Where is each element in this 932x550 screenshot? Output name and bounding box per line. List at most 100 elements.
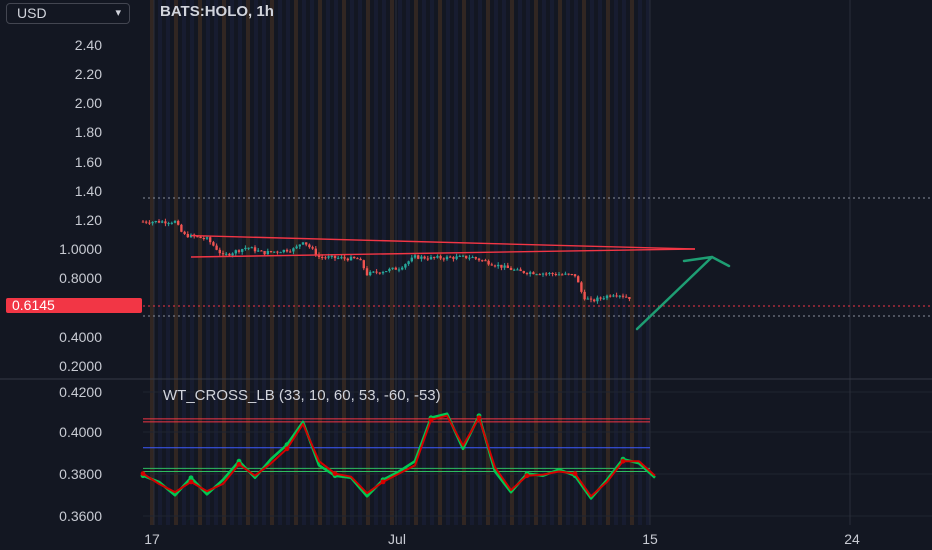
session-band [158, 0, 162, 525]
candle [167, 223, 170, 225]
candle [388, 268, 391, 272]
candle [234, 250, 237, 254]
session-band [382, 0, 386, 525]
session-band [190, 0, 194, 525]
x-tick-label: 24 [844, 531, 860, 547]
candle [279, 252, 282, 254]
candle [618, 295, 621, 297]
candle [225, 253, 228, 255]
candle [481, 260, 484, 262]
candle [295, 246, 298, 249]
candle [333, 255, 337, 259]
candle [241, 249, 244, 252]
candle [186, 233, 189, 238]
candle [404, 264, 407, 268]
y-axis: 2.40 2.20 2.00 1.80 1.60 1.40 1.20 1.0000 0.8000… [59, 37, 102, 524]
session-band [222, 0, 226, 525]
chart-canvas[interactable]: 2.40 2.20 2.00 1.80 1.60 1.40 1.20 1.0000 0.8000… [0, 0, 932, 550]
candle [561, 274, 564, 276]
candle [605, 295, 609, 299]
candle [401, 267, 404, 270]
candle [436, 256, 439, 258]
session-band [246, 0, 250, 525]
candle [580, 282, 583, 292]
session-band [534, 0, 538, 525]
candle [455, 256, 458, 259]
candle [493, 265, 497, 267]
candle [161, 221, 164, 223]
candle [298, 244, 301, 247]
wt-series-point [428, 417, 434, 423]
wt-series-point [284, 446, 290, 452]
candle [513, 269, 516, 271]
candle [180, 224, 183, 232]
y-tick-label: 1.60 [75, 154, 102, 170]
candle [615, 295, 618, 297]
candle [458, 255, 461, 257]
candle [365, 268, 369, 276]
session-bands [150, 0, 650, 525]
session-band [614, 0, 618, 525]
candle [372, 271, 375, 273]
candle [609, 295, 612, 297]
candle [529, 272, 532, 274]
candle [311, 247, 314, 249]
session-band [470, 0, 474, 525]
y-tick-label: 1.20 [75, 212, 102, 228]
candle [183, 231, 186, 234]
candle [413, 255, 417, 258]
candle [173, 220, 177, 223]
candle [362, 260, 365, 269]
session-band [558, 0, 562, 525]
candle [157, 221, 161, 223]
wt-series-point [380, 479, 386, 485]
candle [257, 250, 260, 252]
candle [468, 257, 471, 259]
y-tick-label: 0.2000 [59, 358, 102, 374]
candle [305, 242, 308, 245]
y-tick-label: 1.80 [75, 124, 102, 140]
candle [212, 242, 215, 246]
candle [385, 271, 388, 273]
candle [340, 257, 343, 259]
session-band [478, 0, 482, 525]
candle [490, 264, 493, 266]
candle [205, 237, 209, 239]
candle [548, 272, 551, 274]
y-tick-label: 0.8000 [59, 270, 102, 286]
candle [237, 250, 241, 252]
trendline [190, 234, 696, 250]
candle [538, 274, 541, 276]
candle [506, 265, 509, 269]
candle [596, 297, 599, 302]
candle [151, 221, 154, 224]
candle [231, 253, 234, 256]
currency-selector[interactable]: USD ▾ [6, 3, 130, 24]
session-band [446, 0, 450, 525]
candle [221, 253, 225, 255]
candle [314, 248, 317, 255]
candle [369, 271, 372, 276]
y-tick-label: 1.40 [75, 183, 102, 199]
x-tick-label: 17 [144, 531, 160, 547]
candle [433, 256, 436, 258]
y-tick-label: 0.3600 [59, 508, 102, 524]
candle [375, 271, 378, 273]
wt-series-point [140, 471, 146, 476]
candle [410, 257, 413, 262]
candle [407, 261, 410, 265]
y-tick-label: 0.4000 [59, 424, 102, 440]
wt-series-point [620, 458, 626, 464]
candle [349, 256, 353, 261]
candle [545, 273, 548, 275]
candle [621, 295, 625, 297]
session-band [430, 0, 434, 525]
candle [497, 264, 500, 267]
candle [461, 255, 465, 257]
y-tick-label: 0.3800 [59, 466, 102, 482]
candle [209, 237, 212, 243]
candle [525, 272, 529, 274]
y-tick-label: 1.0000 [59, 241, 102, 257]
candle [554, 273, 557, 276]
candle [273, 251, 276, 253]
